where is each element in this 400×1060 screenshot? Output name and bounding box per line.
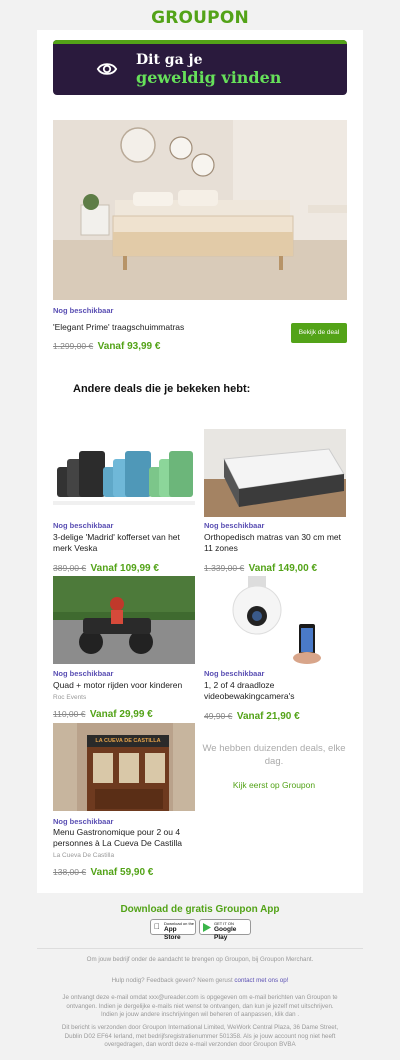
deal-new-price: Vanaf 109,99 € [90,563,159,574]
deal-merchant: La Cueva De Castilla [53,852,115,859]
deal-new-price: Vanaf 21,90 € [236,711,300,722]
deal-old-price: 110,00 € [53,709,86,719]
footer-help: Hulp nodig? Feedback geven? Neem gerust … [60,977,340,986]
deal-image-quad[interactable] [53,576,195,664]
eye-icon [96,63,118,75]
deal-status: Nog beschikbaar [204,669,265,678]
promo-text: We hebben duizenden deals, elke dag. [202,743,346,767]
hero-deal-image[interactable] [53,120,347,300]
deal-image-luggage[interactable] [53,429,195,517]
deal-status: Nog beschikbaar [53,521,114,530]
deal-title[interactable]: Quad + motor rijden voor kinderen [53,680,195,691]
deal-old-price: 1.339,00 € [204,563,245,573]
footer-divider [37,948,363,949]
hero-title[interactable]: 'Elegant Prime' traagschuimmatras [53,322,253,333]
deal-image-mattress[interactable] [204,429,346,517]
hero-old-price: 1.299,00 € [53,341,94,351]
deal-new-price: Vanaf 29,99 € [89,709,153,720]
email-card: Dit ga je geweldig vinden Nog beschikbaa… [37,30,363,893]
deal-merchant: Roc Events [53,694,87,701]
deal-old-price: 138,00 € [53,867,87,877]
deal-price: 110,00 € Vanaf 29,99 € [53,704,153,722]
apple-icon:  [154,923,160,931]
groupon-logo[interactable]: GROUPON [0,8,400,28]
app-store-button[interactable]:  Download on the App Store [150,919,196,941]
deal-new-price: Vanaf 149,00 € [248,563,318,574]
hero-new-price: Vanaf 93,99 € [97,341,161,352]
contact-link[interactable]: contact met ons op! [234,977,288,984]
deal-status: Nog beschikbaar [53,817,114,826]
banner-title-line1: Dit ga je [136,52,203,68]
deal-status: Nog beschikbaar [53,669,114,678]
deal-new-price: Vanaf 59,90 € [90,867,154,878]
deal-price: 138,00 € Vanaf 59,90 € [53,862,153,880]
deal-title[interactable]: Menu Gastronomique pour 2 ou 4 personnes… [53,827,195,849]
deal-old-price: 389,00 € [53,563,87,573]
deal-title[interactable]: 1, 2 of 4 draadloze videobewakingcamera'… [204,680,346,702]
deal-title[interactable]: Orthopedisch matras van 30 cm met 11 zon… [204,532,346,554]
deal-price: 1.339,00 € Vanaf 149,00 € [204,558,317,576]
banner: Dit ga je geweldig vinden [53,40,347,95]
app-store-label: App Store [164,926,181,941]
deal-price: 389,00 € Vanaf 109,99 € [53,558,159,576]
footer-merchant-text: Om jouw bedrijf onder de aandacht te bre… [86,956,314,963]
promo-link[interactable]: Kijk eerst op Groupon [202,780,346,790]
deal-image-restaurant[interactable]: LA CUEVA DE CASTILLA [53,723,195,811]
hero-status: Nog beschikbaar [53,306,114,315]
restaurant-sign: LA CUEVA DE CASTILLA [95,738,161,744]
deal-status: Nog beschikbaar [204,521,265,530]
banner-title-line2: geweldig vinden [136,68,282,87]
footer-legal-2: Dit bericht is verzonden door Groupon In… [61,1024,339,1049]
deal-price: 49,90 € Vanaf 21,90 € [204,706,300,724]
deal-old-price: 49,90 € [204,711,233,721]
section-title: Andere deals die je bekeken hebt: [73,383,251,395]
deal-image-camera[interactable] [204,576,346,664]
google-play-button[interactable]: GET IT ON Google Play [199,919,251,941]
deal-title[interactable]: 3-delige 'Madrid' kofferset van het merk… [53,532,193,554]
app-download-title: Download de gratis Groupon App [120,904,280,915]
play-icon [203,923,211,932]
hero-price: 1.299,00 € Vanaf 93,99 € [53,336,160,354]
banner-accent-line [53,40,347,44]
view-deal-button[interactable]: Bekijk de deal [291,323,347,343]
footer-help-text: Hulp nodig? Feedback geven? Neem gerust [111,977,233,984]
footer-legal-1: Je ontvangt deze e-mail omdat xxx@ureade… [62,994,338,1019]
google-play-label: Google Play [214,926,237,941]
